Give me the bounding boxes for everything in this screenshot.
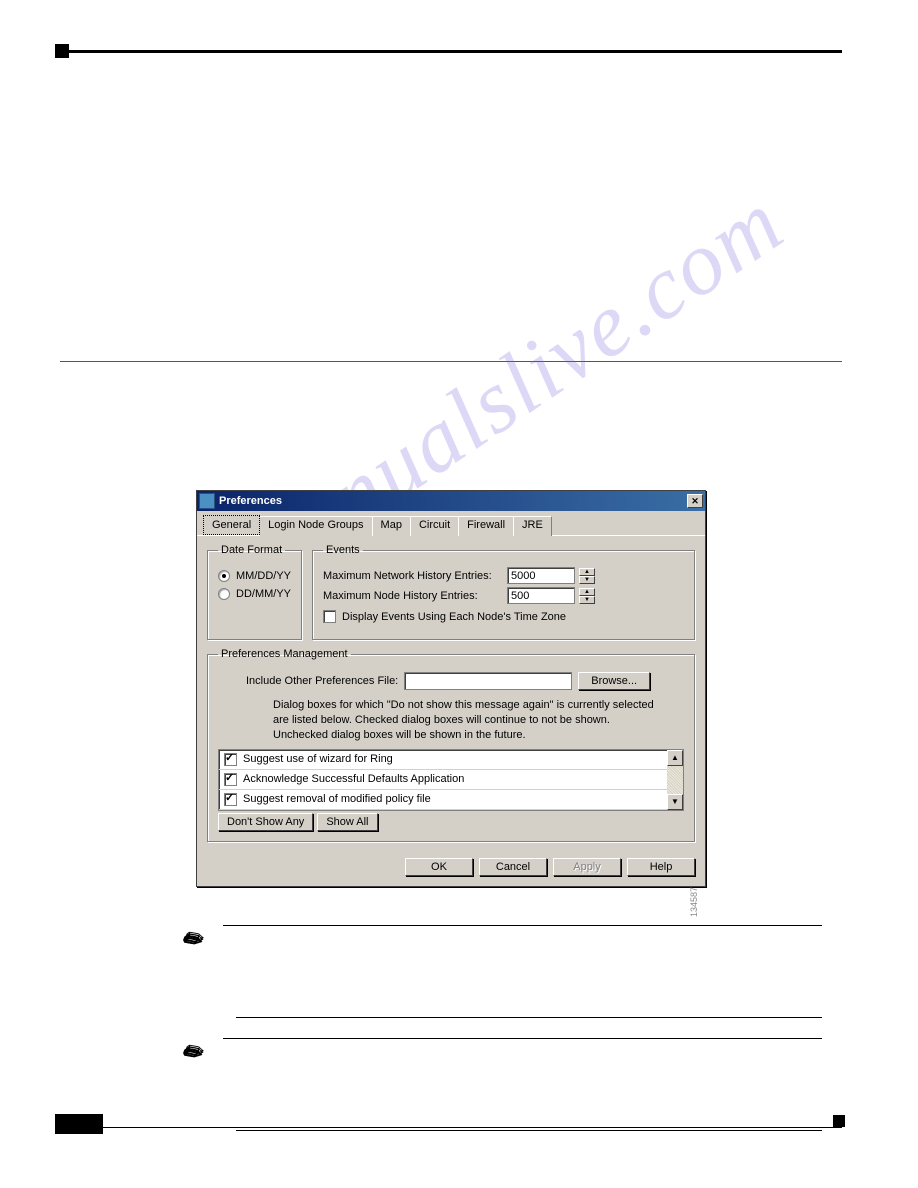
help-button[interactable]: Help [627, 858, 695, 876]
checklist-label: Acknowledge Successful Defaults Applicat… [243, 773, 464, 785]
app-icon [199, 493, 215, 509]
mid-rule [60, 361, 842, 362]
prefs-mgmt-legend: Preferences Management [218, 648, 351, 660]
info-line1: Dialog boxes for which "Do not show this… [273, 698, 684, 713]
close-button[interactable]: ✕ [687, 494, 703, 508]
max-network-row: Maximum Network History Entries: ▲ ▼ [323, 567, 684, 584]
tab-bar: General Login Node Groups Map Circuit Fi… [197, 511, 705, 536]
checklist-scrollbar[interactable]: ▲ ▼ [667, 750, 683, 810]
page-frame: manualslive.com Preferences ✕ General Lo… [60, 50, 842, 1148]
checklist-label: Suggest removal of modified policy file [243, 793, 431, 805]
radio-mmddyy-label: MM/DD/YY [236, 570, 291, 582]
date-format-group: Date Format MM/DD/YY DD/MM/YY [207, 544, 302, 640]
dialog-wrapper: Preferences ✕ General Login Node Groups … [60, 490, 842, 887]
tab-map[interactable]: Map [372, 516, 411, 536]
checklist-item[interactable]: Suggest removal of modified policy file [219, 790, 667, 810]
radio-mmddyy-row[interactable]: MM/DD/YY [218, 570, 291, 582]
prefs-management-group: Preferences Management Include Other Pre… [207, 648, 695, 842]
checklist-checkbox[interactable] [224, 753, 237, 766]
spin-up-icon[interactable]: ▲ [579, 568, 595, 576]
tab-content: Date Format MM/DD/YY DD/MM/YY Events [197, 536, 705, 850]
checklist-checkbox[interactable] [224, 793, 237, 806]
info-text: Dialog boxes for which "Do not show this… [273, 698, 684, 743]
checklist-label: Suggest use of wizard for Ring [243, 753, 393, 765]
display-timezone-checkbox[interactable] [323, 610, 336, 623]
tab-firewall[interactable]: Firewall [458, 516, 514, 536]
radio-ddmmyy[interactable] [218, 588, 230, 600]
note-rule [223, 1038, 822, 1088]
ok-button[interactable]: OK [405, 858, 473, 876]
spin-down-icon[interactable]: ▼ [579, 576, 595, 584]
tab-general[interactable]: General [203, 515, 260, 535]
max-network-input[interactable] [507, 567, 575, 584]
events-group: Events Maximum Network History Entries: … [312, 544, 695, 640]
max-network-spinner: ▲ ▼ [579, 568, 595, 584]
checklist-items: Suggest use of wizard for Ring Acknowled… [219, 750, 667, 810]
display-timezone-label: Display Events Using Each Node's Time Zo… [342, 611, 566, 623]
date-format-legend: Date Format [218, 544, 285, 556]
max-node-input[interactable] [507, 587, 575, 604]
scroll-up-icon[interactable]: ▲ [667, 750, 683, 766]
tab-jre[interactable]: JRE [513, 516, 552, 536]
checklist-checkbox[interactable] [224, 773, 237, 786]
include-file-label: Include Other Preferences File: [246, 675, 398, 687]
display-timezone-row[interactable]: Display Events Using Each Node's Time Zo… [323, 610, 684, 623]
top-rule [60, 50, 842, 53]
include-file-row: Include Other Preferences File: Browse..… [246, 672, 684, 690]
max-node-label: Maximum Node History Entries: [323, 590, 503, 602]
tab-circuit[interactable]: Circuit [410, 516, 459, 536]
note-rule-bottom [236, 1017, 822, 1018]
titlebar: Preferences ✕ [197, 491, 705, 511]
checklist-item[interactable]: Suggest use of wizard for Ring [219, 750, 667, 770]
dont-show-any-button[interactable]: Don't Show Any [218, 813, 313, 831]
max-node-row: Maximum Node History Entries: ▲ ▼ [323, 587, 684, 604]
spin-down-icon[interactable]: ▼ [579, 596, 595, 604]
include-file-input[interactable] [404, 672, 572, 690]
dialog-checklist: Suggest use of wizard for Ring Acknowled… [218, 749, 684, 811]
tab-login-node-groups[interactable]: Login Node Groups [259, 516, 372, 536]
checklist-button-row: Don't Show Any Show All [218, 813, 684, 831]
pencil-icon: ✎ [177, 923, 219, 976]
page-number-box [55, 1114, 103, 1134]
info-line2: are listed below. Checked dialog boxes w… [273, 713, 684, 728]
radio-mmddyy[interactable] [218, 570, 230, 582]
checklist-item[interactable]: Acknowledge Successful Defaults Applicat… [219, 770, 667, 790]
note-block-2: ✎ [190, 1038, 822, 1088]
note-rule [223, 925, 822, 975]
max-network-label: Maximum Network History Entries: [323, 570, 503, 582]
apply-button[interactable]: Apply [553, 858, 621, 876]
scroll-down-icon[interactable]: ▼ [667, 794, 683, 810]
bottom-rule [60, 1127, 842, 1128]
browse-button[interactable]: Browse... [578, 672, 650, 690]
spin-up-icon[interactable]: ▲ [579, 588, 595, 596]
pencil-icon: ✎ [177, 1036, 219, 1089]
events-legend: Events [323, 544, 363, 556]
titlebar-left: Preferences [199, 493, 282, 509]
show-all-button[interactable]: Show All [317, 813, 377, 831]
cancel-button[interactable]: Cancel [479, 858, 547, 876]
preferences-dialog: Preferences ✕ General Login Node Groups … [196, 490, 706, 887]
dialog-title: Preferences [219, 495, 282, 507]
note-rule-bottom [236, 1130, 822, 1131]
note-block-1: ✎ [190, 925, 822, 975]
info-line3: Unchecked dialog boxes will be shown in … [273, 728, 684, 743]
radio-ddmmyy-label: DD/MM/YY [236, 588, 291, 600]
radio-ddmmyy-row[interactable]: DD/MM/YY [218, 588, 291, 600]
dialog-button-bar: OK Cancel Apply Help [197, 850, 705, 886]
image-reference-id: 134587 [689, 887, 699, 917]
max-node-spinner: ▲ ▼ [579, 588, 595, 604]
